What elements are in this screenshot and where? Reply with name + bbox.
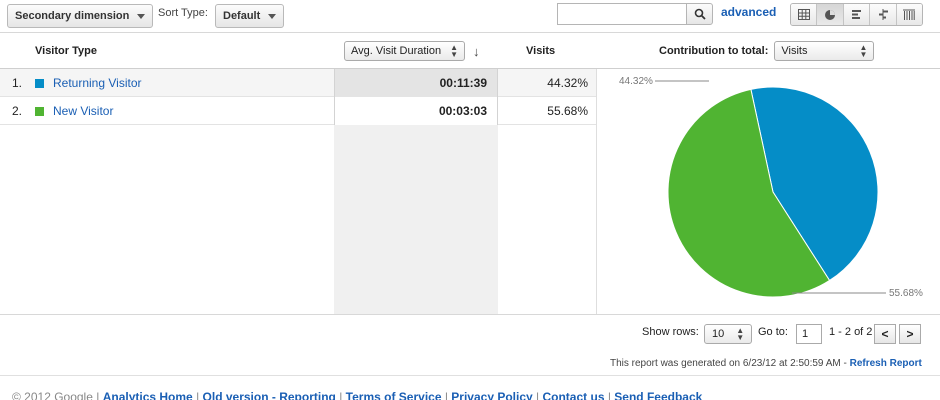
table-header: Visitor Type Avg. Visit Duration ▲ ▼ ↓ Vi… <box>0 33 940 69</box>
metric-select[interactable]: Avg. Visit Duration ▲ ▼ <box>344 41 466 61</box>
footer-link-contact[interactable]: Contact us <box>542 390 604 400</box>
new-visitor-link[interactable]: New Visitor <box>53 104 113 118</box>
rows-per-page-value: 10 <box>712 328 725 340</box>
pivot-view-icon[interactable] <box>896 4 922 25</box>
slice-label: 44.32% <box>619 76 653 87</box>
sort-type-label: Sort Type: <box>158 7 208 19</box>
metric-select-label: Avg. Visit Duration <box>351 45 442 57</box>
footer-link-feedback[interactable]: Send Feedback <box>614 390 702 400</box>
row-duration: 00:11:39 <box>334 69 498 97</box>
rows-per-page-select[interactable]: 10 ▲ ▼ <box>704 324 752 344</box>
contribution-select-label: Visits <box>781 45 808 57</box>
select-arrows-icon: ▲ ▼ <box>450 43 459 59</box>
visits-header[interactable]: Visits <box>526 33 555 69</box>
row-visits: 55.68% <box>547 104 588 118</box>
returning-visitor-link[interactable]: Returning Visitor <box>53 76 142 90</box>
table-view-icon[interactable] <box>791 4 818 25</box>
goto-input[interactable]: 1 <box>796 324 822 344</box>
view-switcher <box>790 3 923 26</box>
row-dimension: Returning Visitor <box>35 69 142 97</box>
contribution-label: Contribution to total: <box>659 45 769 57</box>
report-toolbar: Secondary dimension Sort Type: Default a… <box>0 0 940 32</box>
sort-type-value: Default <box>223 10 261 22</box>
page-range: 1 - 2 of 2 <box>829 326 873 338</box>
footer-link-analytics-home[interactable]: Analytics Home <box>103 390 193 400</box>
row-dimension: New Visitor <box>35 97 113 125</box>
legend-swatch <box>35 106 44 116</box>
footer-link-terms[interactable]: Terms of Service <box>346 390 442 400</box>
pie-view-icon[interactable] <box>817 4 844 25</box>
footer-link-privacy[interactable]: Privacy Policy <box>451 390 532 400</box>
footer-divider <box>0 375 940 376</box>
generated-text: This report was generated on 6/23/12 at … <box>610 358 847 369</box>
chevron-left-icon: < <box>881 327 889 341</box>
secondary-dimension-label: Secondary dimension <box>15 10 130 22</box>
row-visits: 44.32% <box>547 76 588 90</box>
sort-type-button[interactable]: Default <box>215 4 285 28</box>
prev-page-button[interactable]: < <box>874 324 896 344</box>
table-row: 2. New Visitor 00:03:03 55.68% <box>0 97 596 125</box>
advanced-search-link[interactable]: advanced <box>721 5 776 19</box>
visitor-type-header[interactable]: Visitor Type <box>35 33 97 69</box>
row-duration: 00:03:03 <box>334 97 498 125</box>
footer-link-old-version[interactable]: Old version - Reporting <box>203 390 336 400</box>
row-index: 2. <box>12 104 23 118</box>
comparison-view-icon[interactable] <box>870 4 897 25</box>
show-rows-label: Show rows: <box>642 326 699 338</box>
table-row: 1. Returning Visitor 00:11:39 44.32% <box>0 69 596 97</box>
contribution-select[interactable]: Visits ▲ ▼ <box>774 41 875 61</box>
search-button[interactable] <box>686 3 713 25</box>
slice-label: 55.68% <box>889 288 923 299</box>
copyright: © 2012 Google | <box>12 390 100 400</box>
contribution-pie-chart: 44.32% 55.68% <box>597 69 940 315</box>
refresh-report-link[interactable]: Refresh Report <box>850 358 922 369</box>
report-generated-note: This report was generated on 6/23/12 at … <box>610 358 922 369</box>
select-arrows-icon: ▲ ▼ <box>736 326 745 342</box>
chevron-down-icon <box>268 13 277 19</box>
chevron-right-icon: > <box>906 327 914 341</box>
goto-label: Go to: <box>758 326 788 338</box>
secondary-dimension-button[interactable]: Secondary dimension <box>7 4 154 28</box>
pagination-bar: Show rows: 10 ▲ ▼ Go to: 1 1 - 2 of 2 < > <box>0 314 940 350</box>
pie-chart-svg: 44.32% 55.68% <box>619 76 923 299</box>
data-table: Visitor Type Avg. Visit Duration ▲ ▼ ↓ Vi… <box>0 32 940 315</box>
footer: © 2012 Google | Analytics Home | Old ver… <box>12 390 702 400</box>
select-arrows-icon: ▲ ▼ <box>859 43 868 59</box>
row-index: 1. <box>12 76 23 90</box>
sort-descending-icon[interactable]: ↓ <box>473 44 480 59</box>
chevron-down-icon <box>137 13 146 19</box>
next-page-button[interactable]: > <box>899 324 921 344</box>
search-input[interactable] <box>557 3 687 25</box>
legend-swatch <box>35 78 44 88</box>
contribution-header: Contribution to total: Visits ▲ ▼ <box>659 33 875 69</box>
metric-header: Avg. Visit Duration ▲ ▼ ↓ <box>344 33 480 69</box>
performance-view-icon[interactable] <box>843 4 871 25</box>
search-icon <box>694 8 706 20</box>
